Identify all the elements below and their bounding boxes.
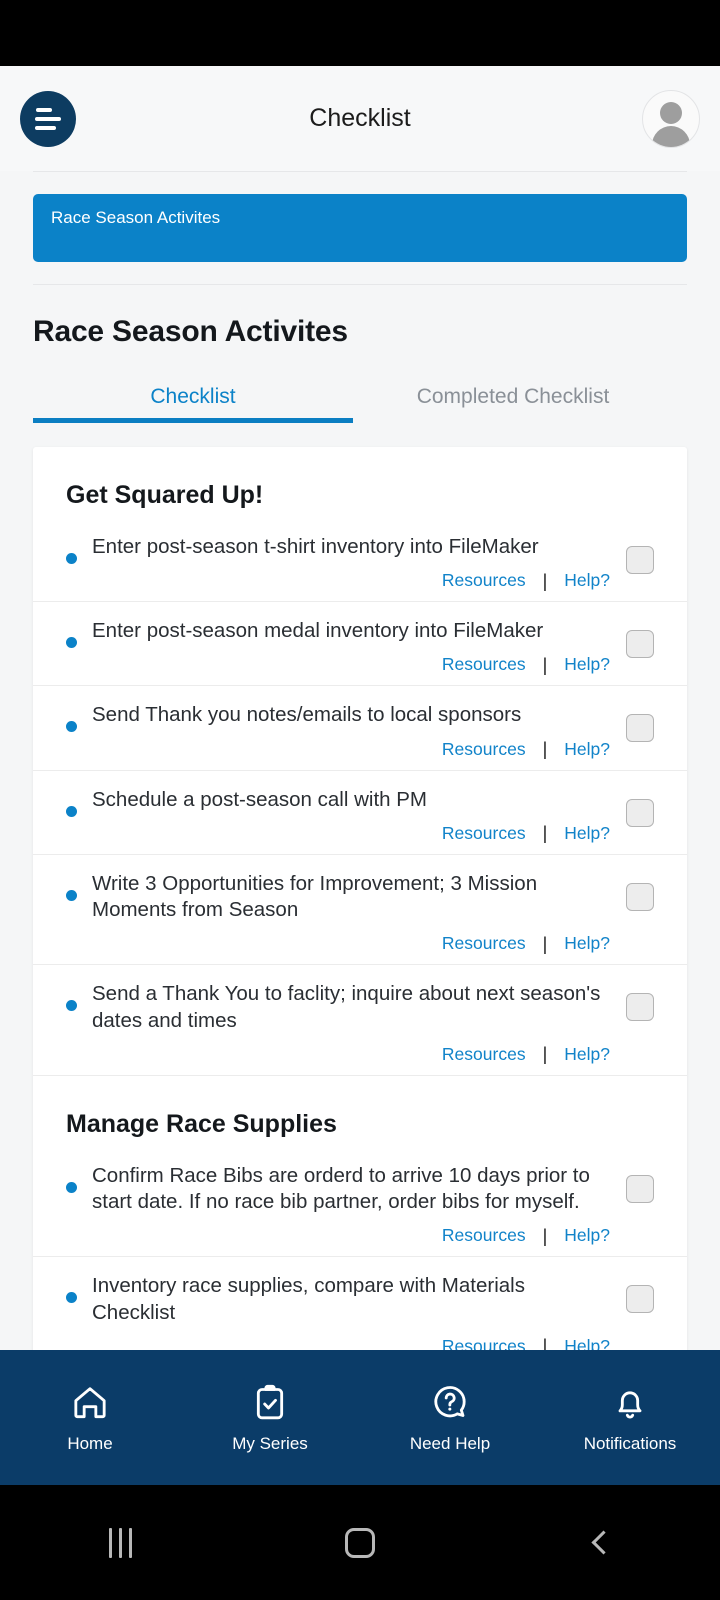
resources-link[interactable]: Resources [442,933,526,954]
checklist-item-checkbox[interactable] [626,1174,654,1203]
action-separator: | [542,570,548,591]
checklist-card: Get Squared Up! Enter post-season t-shir… [33,447,687,1361]
tab-checklist[interactable]: Checklist [33,385,353,423]
page-title-header: Checklist [309,104,411,132]
hamburger-menu-icon[interactable] [20,90,76,147]
checklist-item-label: Send Thank you notes/emails to local spo… [92,703,522,727]
checklist-item-checkbox[interactable] [626,1285,654,1314]
bottom-navigation-bar: Home My Series Need Help Notifications [0,1350,720,1485]
nav-label: Notifications [583,1433,677,1453]
action-separator: | [542,823,548,844]
checklist-item-checkbox[interactable] [626,630,654,659]
bullet-icon [66,1292,77,1304]
android-status-bar [0,0,720,66]
bullet-icon [66,1181,77,1193]
checklist-item-label: Confirm Race Bibs are orderd to arrive 1… [92,1163,590,1214]
checklist-item-checkbox[interactable] [626,798,654,827]
resources-link[interactable]: Resources [442,1044,526,1065]
checklist-item-label: Send a Thank You to faclity; inquire abo… [92,982,601,1032]
help-link[interactable]: Help? [564,1225,610,1246]
checklist-item-checkbox[interactable] [626,993,654,1022]
bullet-icon [66,889,77,901]
help-link[interactable]: Help? [564,570,610,591]
table-row[interactable]: Write 3 Opportunities for Improvement; 3… [33,853,687,964]
breadcrumb-item[interactable]: Race Season Activites [33,194,687,262]
section-title: Get Squared Up! [66,481,264,509]
nav-label: My Series [232,1433,308,1453]
nav-item-my-series[interactable]: My Series [180,1382,360,1454]
bullet-icon [66,637,77,649]
table-row[interactable]: Enter post-season medal inventory into F… [33,601,687,685]
nav-item-notifications[interactable]: Notifications [540,1382,720,1454]
help-link[interactable]: Help? [564,933,610,954]
table-row[interactable]: Confirm Race Bibs are orderd to arrive 1… [33,1147,687,1256]
bullet-icon [66,1000,77,1012]
action-separator: | [542,1044,548,1065]
table-row[interactable]: Enter post-season t-shirt inventory into… [33,518,687,601]
table-row[interactable]: Send Thank you notes/emails to local spo… [33,685,687,769]
bullet-icon [66,553,77,564]
help-link[interactable]: Help? [564,823,610,844]
help-link[interactable]: Help? [564,654,610,675]
table-row[interactable]: Inventory race supplies, compare with Ma… [33,1256,687,1356]
back-chevron-icon[interactable] [480,1530,720,1555]
resources-link[interactable]: Resources [442,570,526,591]
action-separator: | [542,1225,548,1246]
phone-screen: Checklist Race Season Activites Race Sea… [0,0,720,1600]
checklist-item-checkbox[interactable] [626,882,654,911]
app-header: Checklist [0,66,720,171]
checklist-item-checkbox[interactable] [626,546,654,574]
android-system-navigation [0,1485,720,1600]
checklist-item-label: Schedule a post-season call with PM [92,787,428,811]
home-square-icon[interactable] [240,1527,480,1558]
checklist-item-checkbox[interactable] [626,714,654,743]
page-title: Race Season Activites [33,315,348,348]
tab-completed-checklist[interactable]: Completed Checklist [353,385,673,423]
resources-link[interactable]: Resources [442,1225,526,1246]
checklist-item-label: Enter post-season t-shirt inventory into… [92,535,539,558]
resources-link[interactable]: Resources [442,654,526,675]
nav-item-need-help[interactable]: Need Help [360,1382,540,1454]
bullet-icon [66,721,77,733]
user-avatar-icon[interactable] [642,89,700,148]
help-link[interactable]: Help? [564,1044,610,1065]
bell-icon [610,1382,650,1422]
app-viewport: Checklist Race Season Activites Race Sea… [0,66,720,1485]
checklist-item-label: Enter post-season medal inventory into F… [92,619,544,643]
clipboard-check-icon [250,1382,290,1422]
breadcrumb: Race Season Activites [0,172,720,262]
resources-link[interactable]: Resources [442,739,526,760]
action-separator: | [542,654,548,675]
recents-icon[interactable] [0,1527,240,1558]
table-row[interactable]: Schedule a post-season call with PM Reso… [33,769,687,854]
tab-bar: Checklist Completed Checklist [0,385,720,423]
resources-link[interactable]: Resources [442,823,526,844]
table-row[interactable]: Send a Thank You to faclity; inquire abo… [33,964,687,1074]
nav-item-home[interactable]: Home [0,1382,180,1454]
section-title: Manage Race Supplies [33,1074,687,1147]
home-icon [70,1382,110,1422]
checklist-item-label: Inventory race supplies, compare with Ma… [92,1274,525,1324]
bullet-icon [66,805,77,817]
help-link[interactable]: Help? [564,739,610,760]
action-separator: | [542,739,548,760]
nav-label: Home [67,1433,113,1453]
nav-label: Need Help [409,1433,491,1453]
question-circle-icon [430,1382,470,1422]
checklist-item-label: Write 3 Opportunities for Improvement; 3… [92,871,538,922]
action-separator: | [542,933,548,954]
